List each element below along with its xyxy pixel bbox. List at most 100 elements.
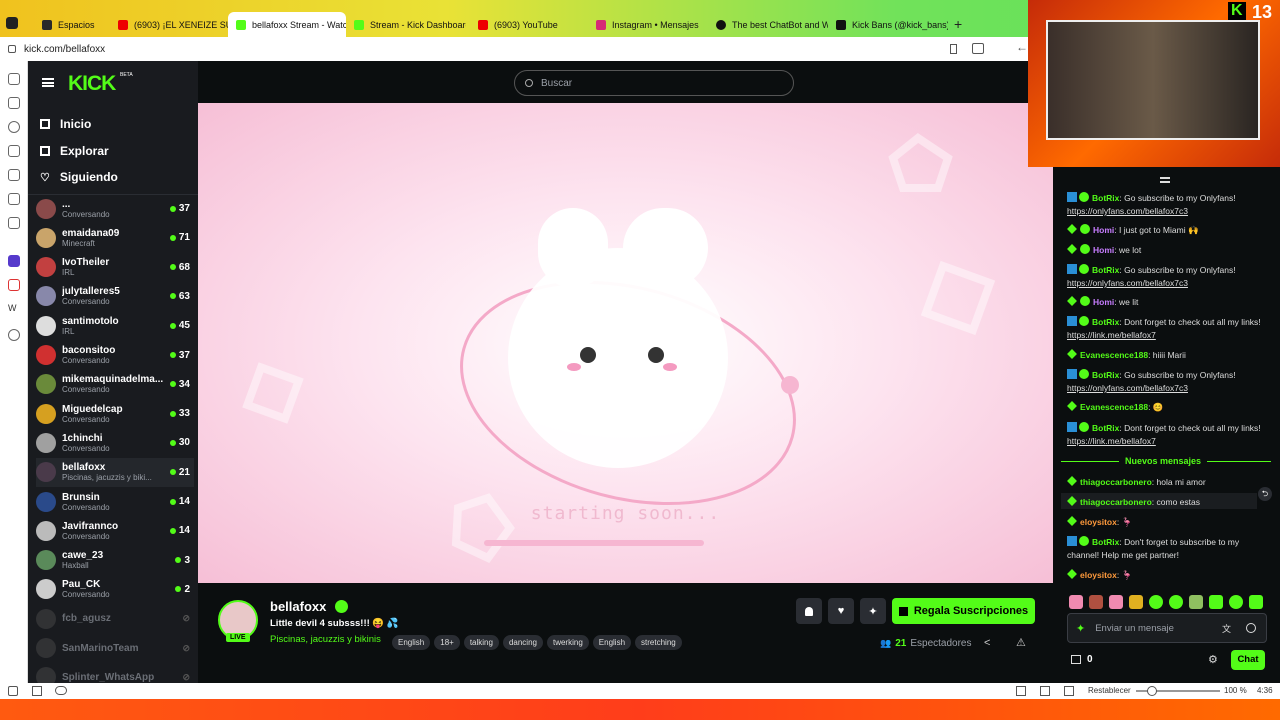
tab-chatbot[interactable]: The best ChatBot and Widg bbox=[708, 12, 828, 37]
chat-username[interactable]: BotRix bbox=[1092, 193, 1119, 203]
sidebar-channel-14[interactable]: fcb_agusz ⊘ bbox=[36, 604, 194, 633]
chat-link[interactable]: https://onlyfans.com/bellafox7c3 bbox=[1067, 278, 1188, 288]
translate-icon[interactable]: 文 bbox=[1222, 622, 1231, 635]
cloud-icon[interactable] bbox=[55, 686, 67, 695]
chat-link[interactable]: https://onlyfans.com/bellafox7c3 bbox=[1067, 206, 1188, 216]
stream-tag[interactable]: English bbox=[592, 635, 632, 650]
sidebar-toggle-icon[interactable] bbox=[972, 43, 984, 54]
translate-icon[interactable] bbox=[8, 169, 20, 181]
emote-icon[interactable] bbox=[1169, 595, 1183, 609]
sidebar-channel-3[interactable]: julytalleres5 Conversando 63 bbox=[36, 282, 194, 311]
chat-username[interactable]: Evanescence188 bbox=[1080, 350, 1148, 360]
emote-icon[interactable] bbox=[1149, 595, 1163, 609]
tab-bellafoxx[interactable]: bellafoxx Stream - Watch L bbox=[228, 12, 346, 37]
url-text[interactable]: kick.com/bellafoxx bbox=[24, 44, 105, 55]
tab-espacios[interactable]: Espacios bbox=[34, 12, 110, 37]
stream-tag[interactable]: talking bbox=[463, 635, 499, 650]
wikipedia-icon[interactable]: W bbox=[8, 303, 20, 315]
chat-username[interactable]: BotRix bbox=[1092, 537, 1119, 547]
sidebar-channel-0[interactable]: ... Conversando 37 bbox=[36, 194, 194, 223]
video-player[interactable]: starting soon... bbox=[198, 103, 1053, 583]
sidebar-channel-15[interactable]: SanMarinoTeam ⊘ bbox=[36, 634, 194, 663]
sparkle-button[interactable]: ✦ bbox=[860, 598, 886, 624]
sidebar-channel-4[interactable]: santimotolo IRL 45 bbox=[36, 311, 194, 340]
chat-username[interactable]: BotRix bbox=[1092, 265, 1119, 275]
chat-username[interactable]: Homi bbox=[1093, 245, 1114, 255]
kick-logo[interactable]: KICK bbox=[68, 72, 116, 96]
chat-collapse-icon[interactable] bbox=[1160, 177, 1170, 183]
stream-tag[interactable]: 18+ bbox=[434, 635, 460, 650]
zoom-reset-label[interactable]: Restablecer bbox=[1088, 686, 1131, 695]
chat-message[interactable]: Homi: we lit bbox=[1067, 296, 1265, 309]
gift-subscriptions-button[interactable]: Regala Suscripciones bbox=[892, 598, 1035, 624]
chat-message[interactable]: BotRix: Don't forget to subscribe to my … bbox=[1067, 536, 1265, 562]
emote-icon[interactable] bbox=[1189, 595, 1203, 609]
calendar-icon[interactable] bbox=[8, 217, 20, 229]
back-arrow-icon[interactable]: ← bbox=[1016, 40, 1028, 54]
chat-username[interactable]: BotRix bbox=[1092, 423, 1119, 433]
nav-explorar[interactable]: Explorar bbox=[40, 144, 109, 158]
stream-tag[interactable]: stretching bbox=[635, 635, 682, 650]
tile-icon[interactable] bbox=[32, 686, 42, 696]
chat-username[interactable]: Evanescence188 bbox=[1080, 402, 1148, 412]
browser-menu-icon[interactable] bbox=[6, 17, 18, 29]
chat-link[interactable]: https://link.me/bellafox7 bbox=[1067, 330, 1156, 340]
sidebar-channel-7[interactable]: Miguedelcap Conversando 33 bbox=[36, 399, 194, 428]
history-icon[interactable] bbox=[8, 121, 20, 133]
chat-message[interactable]: BotRix: Go subscribe to my Onlyfans! htt… bbox=[1067, 264, 1265, 290]
chat-message[interactable]: BotRix: Dont forget to check out all my … bbox=[1067, 422, 1265, 448]
chat-username[interactable]: BotRix bbox=[1092, 370, 1119, 380]
chat-message[interactable]: Evanescence188: 😊 bbox=[1067, 401, 1265, 414]
chat-link[interactable]: https://link.me/bellafox7 bbox=[1067, 436, 1156, 446]
add-panel-icon[interactable] bbox=[8, 329, 20, 341]
emote-icon[interactable] bbox=[1089, 595, 1103, 609]
notes-icon[interactable] bbox=[8, 145, 20, 157]
site-info-icon[interactable] bbox=[8, 45, 16, 53]
chat-username[interactable]: eloysitox bbox=[1080, 570, 1117, 580]
emote-icon[interactable] bbox=[1129, 595, 1143, 609]
bookmark-icon[interactable] bbox=[950, 44, 957, 54]
sidebar-channel-16[interactable]: Splinter_WhatsApp ⊘ bbox=[36, 663, 194, 683]
stream-tag[interactable]: dancing bbox=[502, 635, 543, 650]
share-icon[interactable]: < bbox=[984, 637, 990, 649]
stream-tag[interactable]: English bbox=[392, 635, 431, 650]
sidebar-channel-11[interactable]: Javifrannco Conversando 14 bbox=[36, 516, 194, 545]
emote-icon[interactable] bbox=[1249, 595, 1263, 609]
vivaldi-icon[interactable] bbox=[8, 279, 20, 291]
chat-message[interactable]: Evanescence188: hiiii Marii bbox=[1067, 349, 1265, 362]
sidebar-channel-8[interactable]: 1chinchi Conversando 30 bbox=[36, 428, 194, 457]
chat-message[interactable]: Homi: we lot bbox=[1067, 244, 1265, 257]
chat-input[interactable]: ✦ Enviar un mensaje 文 bbox=[1067, 613, 1267, 643]
chat-username[interactable]: Homi bbox=[1093, 225, 1114, 235]
sidebar-channel-5[interactable]: baconsitoo Conversando 37 bbox=[36, 341, 194, 370]
streamer-name[interactable]: bellafoxx bbox=[270, 599, 326, 614]
chat-message[interactable]: eloysitox: 🦩 bbox=[1067, 569, 1265, 582]
tab-youtube[interactable]: (6903) YouTube bbox=[470, 12, 588, 37]
panel-toggle-icon[interactable] bbox=[8, 686, 18, 696]
emote-icon[interactable] bbox=[1229, 595, 1243, 609]
nav-siguiendo[interactable]: ♡ Siguiendo bbox=[40, 170, 118, 184]
chat-message[interactable]: thiagoccarbonero: como estas bbox=[1067, 496, 1265, 509]
chat-username[interactable]: thiagoccarbonero bbox=[1080, 477, 1152, 487]
bookmarks-icon[interactable] bbox=[8, 73, 20, 85]
capture-icon[interactable] bbox=[1016, 686, 1026, 696]
downloads-icon[interactable] bbox=[8, 97, 20, 109]
chat-username[interactable]: BotRix bbox=[1092, 317, 1119, 327]
stream-tag[interactable]: twerking bbox=[546, 635, 589, 650]
scroll-to-bottom-icon[interactable]: ⮌ bbox=[1258, 487, 1272, 501]
emote-icon[interactable] bbox=[1209, 595, 1223, 609]
page-actions-icon[interactable] bbox=[1040, 686, 1050, 696]
new-tab-icon[interactable]: + bbox=[954, 16, 962, 32]
notifications-bell-button[interactable] bbox=[796, 598, 822, 624]
search-input[interactable]: Buscar bbox=[514, 70, 794, 96]
zoom-slider-handle[interactable] bbox=[1147, 686, 1157, 696]
report-icon[interactable]: ⚠ bbox=[1016, 636, 1026, 649]
emote-icon[interactable] bbox=[1069, 595, 1083, 609]
follow-heart-button[interactable]: ♥ bbox=[828, 598, 854, 624]
tab-youtube-video[interactable]: (6903) ¡EL XENEIZE SUFRIC bbox=[110, 12, 228, 37]
chat-message[interactable]: Homi: I just got to Miami 🙌 bbox=[1067, 224, 1265, 237]
sidebar-channel-13[interactable]: Pau_CK Conversando 2 bbox=[36, 575, 194, 604]
images-icon[interactable] bbox=[1064, 686, 1074, 696]
sidebar-channel-10[interactable]: Brunsin Conversando 14 bbox=[36, 487, 194, 516]
chat-settings-icon[interactable]: ⚙ bbox=[1208, 653, 1218, 666]
